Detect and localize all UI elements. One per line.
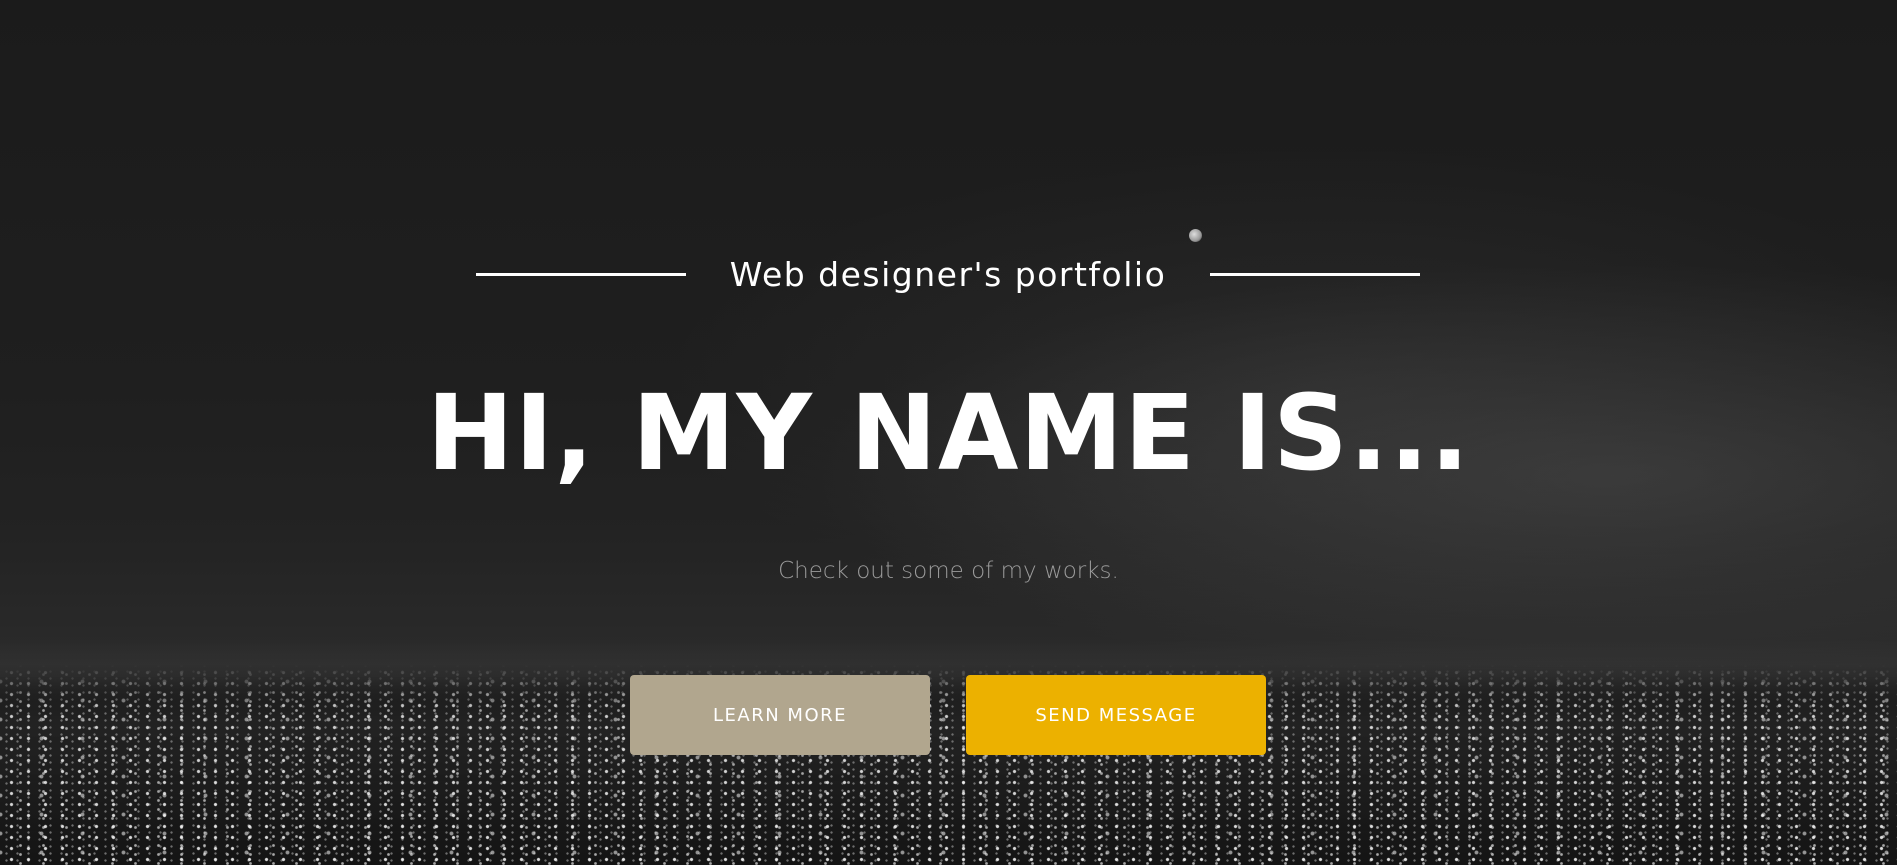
send-message-button[interactable]: SEND MESSAGE bbox=[966, 675, 1266, 755]
hero-headline: HI, MY NAME IS... bbox=[426, 372, 1471, 494]
hero-section: Web designer's portfolio HI, MY NAME IS.… bbox=[0, 0, 1897, 865]
tagline-row: Web designer's portfolio bbox=[475, 252, 1421, 296]
tagline: Web designer's portfolio bbox=[729, 254, 1167, 294]
hero-actions: LEARN MORE SEND MESSAGE bbox=[630, 675, 1266, 755]
hero-subtitle: Check out some of my works. bbox=[778, 558, 1119, 584]
learn-more-button[interactable]: LEARN MORE bbox=[630, 675, 930, 755]
tagline-left-divider bbox=[475, 272, 686, 276]
tagline-right-divider bbox=[1210, 272, 1421, 276]
hero-content: Web designer's portfolio HI, MY NAME IS.… bbox=[0, 0, 1897, 865]
